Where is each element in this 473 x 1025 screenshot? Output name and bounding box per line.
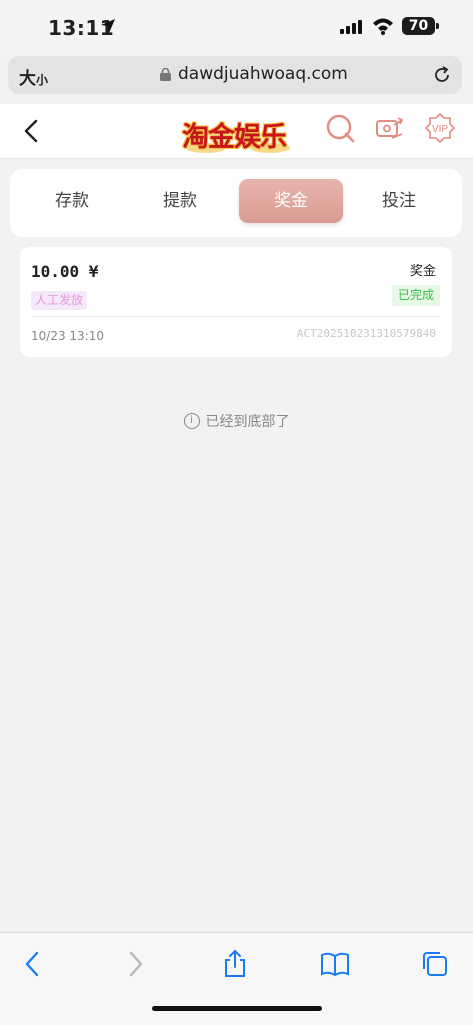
tabs-overview-icon[interactable] [420, 949, 450, 979]
text-size-button[interactable]: 大小 [19, 64, 48, 89]
status-bar: 13:11 70 [0, 0, 473, 54]
address-bar[interactable]: 大小 dawdjuahwoaq.com [8, 56, 462, 94]
record-amount: 10.00 ¥ [31, 262, 99, 281]
record-type-tabs: 存款 提款 奖金 投注 [10, 169, 462, 237]
brand-logo: 淘金娱乐 [178, 110, 298, 154]
status-badge: 已完成 [391, 285, 440, 306]
tab-bets[interactable]: 投注 [347, 179, 451, 223]
reload-icon[interactable] [432, 65, 452, 85]
url-domain[interactable]: dawdjuahwoaq.com [178, 64, 348, 84]
record-type: 奖金 [409, 264, 436, 279]
svg-text:VIP: VIP [432, 124, 448, 135]
tab-withdraw[interactable]: 提款 [128, 179, 232, 223]
record-time: 10/23 13:10 [31, 329, 104, 343]
browser-back-icon[interactable] [18, 949, 48, 979]
location-arrow-icon [101, 19, 115, 33]
battery-icon: 70 [402, 17, 439, 35]
tab-deposit[interactable]: 存款 [20, 179, 124, 223]
record-card[interactable]: 10.00 ¥ 人工发放 奖金 已完成 10/23 13:10 ACT20251… [20, 247, 452, 357]
card-divider [31, 316, 440, 317]
home-indicator [152, 1006, 322, 1011]
record-source-tag: 人工发放 [31, 291, 88, 310]
end-of-list-message: i 已经到底部了 [0, 411, 473, 431]
logo-text: 淘金娱乐 [182, 122, 287, 153]
info-icon: i [183, 413, 200, 429]
share-icon[interactable] [220, 949, 250, 979]
vip-badge-icon[interactable]: VIP [424, 112, 456, 144]
record-order-id: ACT202510231310579840 [296, 327, 436, 340]
bookmarks-icon[interactable] [320, 949, 350, 979]
back-chevron-icon[interactable] [22, 118, 40, 144]
browser-toolbar [0, 932, 473, 1025]
cellular-signal-icon [340, 19, 364, 38]
customer-service-icon[interactable] [324, 112, 356, 144]
wifi-icon [373, 18, 393, 35]
browser-forward-icon[interactable] [120, 949, 150, 979]
lock-icon [160, 68, 171, 81]
wallet-transfer-icon[interactable] [374, 112, 406, 144]
tab-bonus[interactable]: 奖金 [239, 179, 343, 223]
